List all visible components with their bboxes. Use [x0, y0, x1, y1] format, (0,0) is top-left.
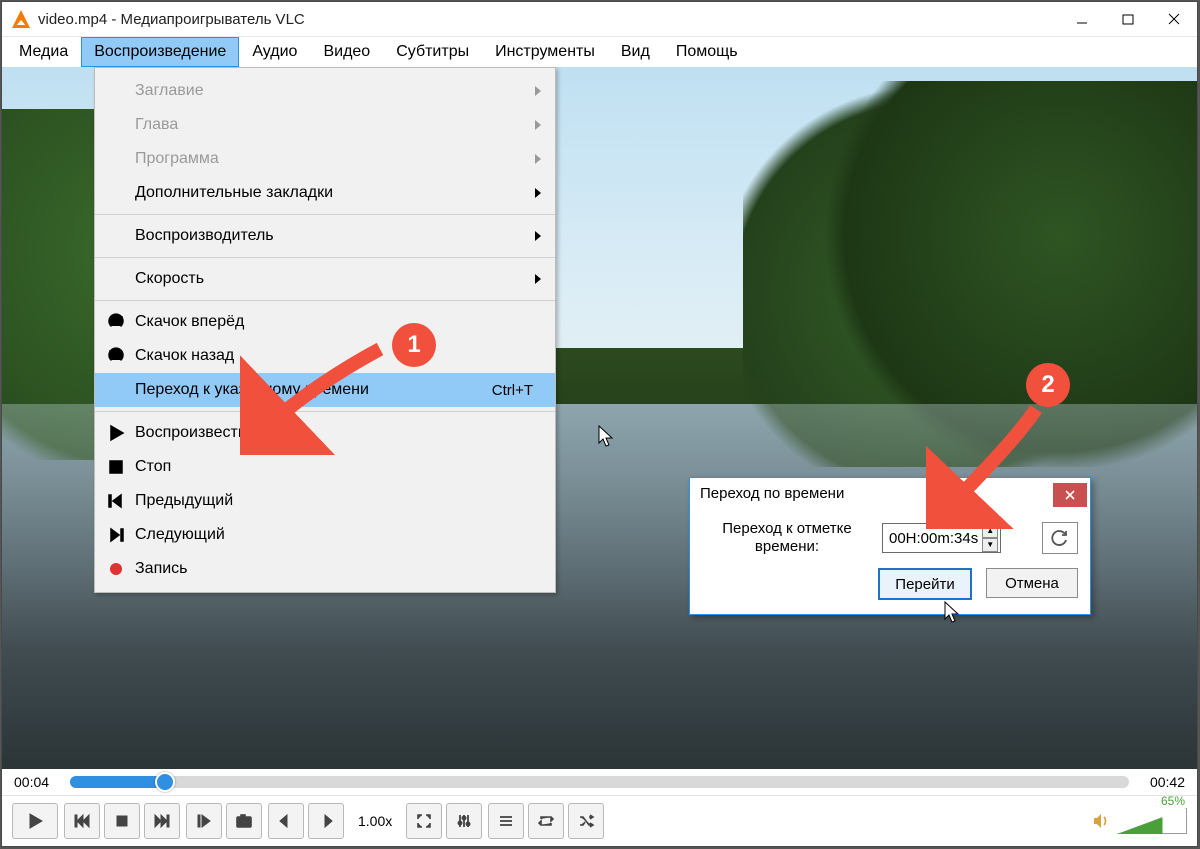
fullscreen-button[interactable]	[406, 803, 442, 839]
playback-menu-dropdown: Заглавие Глава Программа Дополнительные …	[94, 67, 556, 593]
app-window: video.mp4 - Медиапроигрыватель VLC Медиа…	[1, 1, 1198, 847]
progress-knob[interactable]	[155, 772, 175, 792]
dialog-close-button[interactable]	[1053, 483, 1087, 507]
menu-playback[interactable]: Воспроизведение	[81, 37, 239, 67]
faster-button[interactable]	[308, 803, 344, 839]
loop-button[interactable]	[528, 803, 564, 839]
menu-item-previous[interactable]: Предыдущий	[95, 484, 555, 518]
menu-view[interactable]: Вид	[608, 37, 663, 67]
seekbar: 00:04 00:42	[2, 769, 1197, 795]
volume-percent: 65%	[1161, 794, 1185, 808]
total-time[interactable]: 00:42	[1139, 774, 1185, 790]
menu-tools[interactable]: Инструменты	[482, 37, 608, 67]
time-spinner[interactable]: ▲▼	[982, 524, 998, 552]
menu-item-next[interactable]: Следующий	[95, 518, 555, 552]
jump-forward-icon	[105, 311, 127, 333]
speaker-icon	[1091, 811, 1111, 831]
menu-item-jump-back[interactable]: Скачок назад	[95, 339, 555, 373]
play-icon	[105, 422, 127, 444]
video-area[interactable]: Заглавие Глава Программа Дополнительные …	[2, 67, 1197, 769]
dialog-title: Переход по времени	[690, 478, 1090, 508]
close-button[interactable]	[1151, 2, 1197, 36]
skip-back-button[interactable]	[64, 803, 100, 839]
stop-button[interactable]	[104, 803, 140, 839]
shuffle-button[interactable]	[568, 803, 604, 839]
menu-item-renderer[interactable]: Воспроизводитель	[95, 219, 555, 253]
progress-track[interactable]	[70, 776, 1129, 788]
goto-time-dialog: Переход по времени Переход к отметке вре…	[689, 477, 1091, 615]
menu-item-program[interactable]: Программа	[95, 142, 555, 176]
time-input[interactable]: 00H:00m:34s ▲▼	[882, 523, 1001, 553]
record-icon	[105, 558, 127, 580]
menu-item-record[interactable]: Запись	[95, 552, 555, 586]
stop-icon	[105, 456, 127, 478]
menubar: Медиа Воспроизведение Аудио Видео Субтит…	[2, 37, 1197, 67]
menu-item-play[interactable]: Воспроизвести	[95, 416, 555, 450]
shortcut-label: Ctrl+T	[492, 382, 541, 399]
window-title: video.mp4 - Медиапроигрыватель VLC	[38, 11, 305, 28]
skip-forward-button[interactable]	[144, 803, 180, 839]
menu-item-stop[interactable]: Стоп	[95, 450, 555, 484]
play-button[interactable]	[12, 803, 58, 839]
reset-button[interactable]	[1042, 522, 1078, 554]
maximize-button[interactable]	[1105, 2, 1151, 36]
volume-slider[interactable]	[1117, 808, 1187, 834]
menu-subtitles[interactable]: Субтитры	[383, 37, 482, 67]
menu-media[interactable]: Медиа	[6, 37, 81, 67]
next-icon	[105, 524, 127, 546]
go-button[interactable]: Перейти	[878, 568, 972, 600]
menu-item-speed[interactable]: Скорость	[95, 262, 555, 296]
snapshot-button[interactable]	[226, 803, 262, 839]
titlebar: video.mp4 - Медиапроигрыватель VLC	[2, 2, 1197, 37]
volume-control[interactable]: 65%	[1091, 808, 1187, 834]
cancel-button[interactable]: Отмена	[986, 568, 1078, 598]
minimize-button[interactable]	[1059, 2, 1105, 36]
ext-settings-button[interactable]	[446, 803, 482, 839]
goto-time-label: Переход к отметке времени:	[702, 520, 872, 556]
elapsed-time[interactable]: 00:04	[14, 774, 60, 790]
playback-speed[interactable]: 1.00x	[358, 813, 392, 829]
menu-item-title[interactable]: Заглавие	[95, 74, 555, 108]
menu-item-jump-forward[interactable]: Скачок вперёд	[95, 305, 555, 339]
menu-item-goto-time[interactable]: Переход к указанному времени Ctrl+T	[95, 373, 555, 407]
slower-button[interactable]	[268, 803, 304, 839]
menu-audio[interactable]: Аудио	[239, 37, 310, 67]
previous-icon	[105, 490, 127, 512]
frame-step-button[interactable]	[186, 803, 222, 839]
menu-help[interactable]: Помощь	[663, 37, 751, 67]
playlist-button[interactable]	[488, 803, 524, 839]
controls-bar: 1.00x 65%	[2, 795, 1197, 846]
jump-back-icon	[105, 345, 127, 367]
menu-item-chapter[interactable]: Глава	[95, 108, 555, 142]
menu-item-bookmarks[interactable]: Дополнительные закладки	[95, 176, 555, 210]
menu-video[interactable]: Видео	[310, 37, 383, 67]
vlc-cone-icon	[12, 10, 30, 28]
